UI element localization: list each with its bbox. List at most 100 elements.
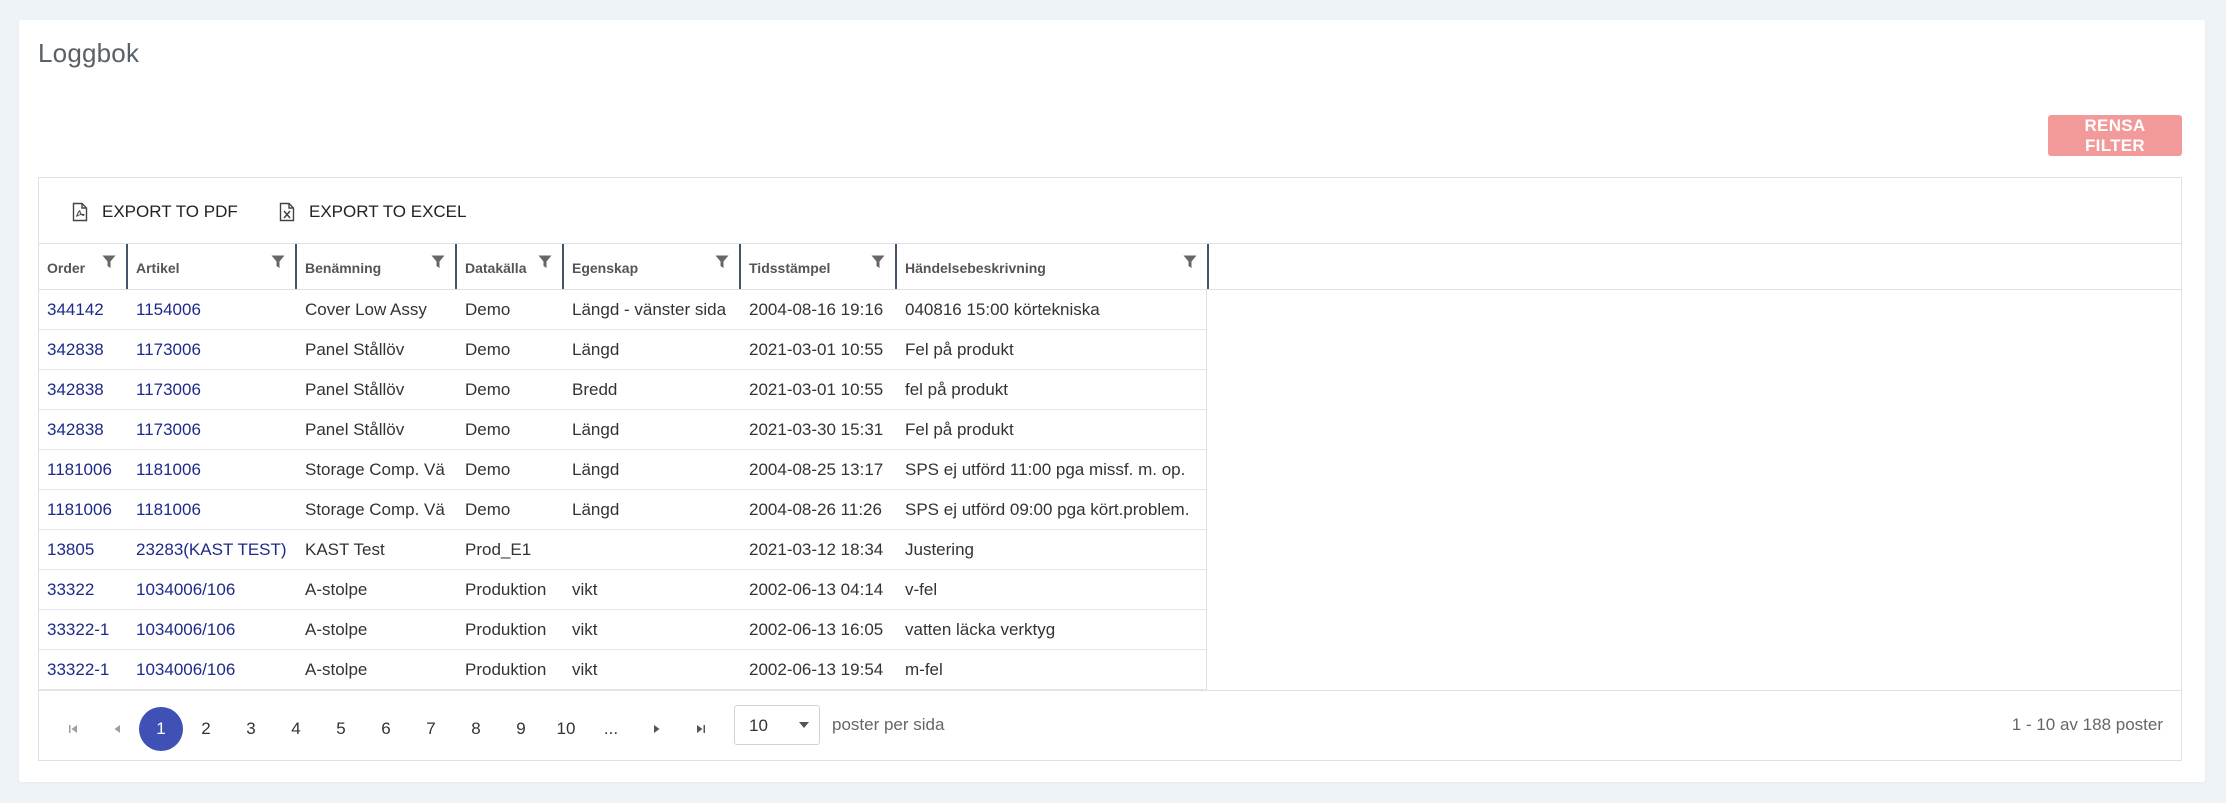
cell-datakalla: Prod_E1: [465, 540, 532, 559]
cell-egenskap: vikt: [572, 580, 598, 599]
cell-handelsebeskrivning: m-fel: [905, 660, 943, 679]
page-size-select[interactable]: 10: [734, 705, 820, 745]
cell-artikel[interactable]: 1154006: [128, 290, 297, 329]
cell-handelsebeskrivning: 040816 15:00 körtekniska: [905, 300, 1100, 319]
pdf-file-icon: [72, 202, 88, 222]
previous-page-button[interactable]: [95, 707, 139, 751]
table-row[interactable]: 342838 1173006 Panel Stållöv Demo Bredd 2021-…: [39, 370, 1207, 410]
cell-benamning: Cover Low Assy: [305, 300, 427, 319]
table-row[interactable]: 33322-1 1034006/106 A-stolpe Produktion vikt…: [39, 650, 1207, 690]
pager-info: 1 - 10 av 188 poster: [2011, 715, 2163, 734]
filter-icon[interactable]: [1183, 255, 1197, 269]
cell-artikel[interactable]: 1181006: [128, 490, 297, 529]
cell-artikel[interactable]: 1034006/106: [128, 610, 297, 649]
excel-file-icon: [279, 202, 295, 222]
page-button[interactable]: 7: [409, 707, 453, 751]
first-page-icon: [69, 725, 77, 733]
filter-icon[interactable]: [538, 255, 552, 269]
cell-egenskap: Längd - vänster sida: [572, 300, 727, 319]
table-row[interactable]: 1181006 1181006 Storage Comp. Vä Demo Längd 2…: [39, 490, 1207, 530]
cell-handelsebeskrivning: Fel på produkt: [905, 420, 1014, 439]
cell-tidsstampel: 2002-06-13 16:05: [749, 620, 884, 639]
cell-tidsstampel: 2002-06-13 04:14: [749, 580, 884, 599]
cell-artikel[interactable]: 1173006: [128, 370, 297, 409]
cell-order[interactable]: 33322-1: [39, 650, 128, 689]
cell-artikel[interactable]: 23283(KAST TEST): [128, 530, 297, 569]
cell-artikel[interactable]: 1173006: [128, 410, 297, 449]
filter-icon[interactable]: [271, 255, 285, 269]
page-button[interactable]: 4: [274, 707, 318, 751]
cell-egenskap: Bredd: [572, 380, 618, 399]
cell-artikel[interactable]: 1034006/106: [128, 650, 297, 689]
cell-benamning: Panel Stållöv: [305, 420, 405, 439]
column-header-artikel[interactable]: Artikel: [128, 244, 297, 289]
cell-order[interactable]: 33322: [39, 570, 128, 609]
column-header-order[interactable]: Order: [39, 244, 128, 289]
page-title: Loggbok: [38, 38, 140, 68]
cell-handelsebeskrivning: v-fel: [905, 580, 938, 599]
column-header-benamning[interactable]: Benämning: [297, 244, 457, 289]
cell-egenskap: vikt: [572, 660, 598, 679]
cell-handelsebeskrivning: SPS ej utförd 09:00 pga kört.problem.: [905, 500, 1190, 519]
filter-icon[interactable]: [715, 255, 729, 269]
page-button[interactable]: 6: [364, 707, 408, 751]
table-row[interactable]: 13805 23283(KAST TEST) KAST Test Prod_E1 202…: [39, 530, 1207, 570]
cell-order[interactable]: 342838: [39, 370, 128, 409]
last-page-button[interactable]: [679, 707, 723, 751]
table-row[interactable]: 342838 1173006 Panel Stållöv Demo Längd 2021-…: [39, 410, 1207, 450]
page-more-button[interactable]: ...: [589, 707, 633, 751]
filter-icon[interactable]: [102, 255, 116, 269]
first-page-button[interactable]: [51, 707, 95, 751]
cell-datakalla: Demo: [465, 300, 511, 319]
column-header-datakalla[interactable]: Datakälla: [457, 244, 564, 289]
page-button[interactable]: 1: [139, 707, 183, 751]
cell-tidsstampel: 2004-08-25 13:17: [749, 460, 884, 479]
column-header-handelsebeskrivning[interactable]: Händelsebeskrivning: [897, 244, 1209, 289]
cell-order[interactable]: 344142: [39, 290, 128, 329]
table-row[interactable]: 33322-1 1034006/106 A-stolpe Produktion vikt…: [39, 610, 1207, 650]
grid-body-border: [1206, 290, 1207, 690]
cell-datakalla: Demo: [465, 420, 511, 439]
page-button[interactable]: 2: [184, 707, 228, 751]
cell-egenskap: Längd: [572, 420, 620, 439]
page-button[interactable]: 8: [454, 707, 498, 751]
cell-artikel[interactable]: 1034006/106: [128, 570, 297, 609]
page-button[interactable]: 3: [229, 707, 273, 751]
table-row[interactable]: 1181006 1181006 Storage Comp. Vä Demo Längd 2…: [39, 450, 1207, 490]
column-header-egenskap[interactable]: Egenskap: [564, 244, 741, 289]
table-row[interactable]: 342838 1173006 Panel Stållöv Demo Längd 2021-…: [39, 330, 1207, 370]
cell-handelsebeskrivning: vatten läcka verktyg: [905, 620, 1056, 639]
grid-header: Order Artikel Benämning Datakälla Egensk…: [39, 244, 2181, 290]
cell-egenskap: [564, 530, 741, 569]
export-excel-button[interactable]: EXPORT TO EXCEL: [279, 200, 466, 224]
cell-tidsstampel: 2021-03-01 10:55: [749, 380, 884, 399]
cell-artikel[interactable]: 1181006: [128, 450, 297, 489]
cell-order[interactable]: 13805: [39, 530, 128, 569]
table-row[interactable]: 344142 1154006 Cover Low Assy Demo Längd - v…: [39, 290, 1207, 330]
page-button[interactable]: 5: [319, 707, 363, 751]
clear-filter-button[interactable]: RENSA FILTER: [2048, 115, 2182, 156]
cell-order[interactable]: 1181006: [39, 490, 128, 529]
cell-benamning: Storage Comp. Vä: [305, 500, 445, 519]
cell-tidsstampel: 2004-08-16 19:16: [749, 300, 884, 319]
page-size-value: 10: [749, 716, 768, 735]
column-label: Order: [47, 260, 86, 276]
cell-datakalla: Demo: [465, 340, 511, 359]
cell-benamning: KAST Test: [305, 540, 385, 559]
cell-order[interactable]: 342838: [39, 410, 128, 449]
column-label: Benämning: [305, 260, 382, 276]
grid-toolbar: EXPORT TO PDF EXPORT TO EXCEL: [39, 178, 2181, 244]
export-pdf-button[interactable]: EXPORT TO PDF: [72, 200, 238, 224]
page-button[interactable]: 10: [544, 707, 588, 751]
cell-order[interactable]: 1181006: [39, 450, 128, 489]
cell-order[interactable]: 33322-1: [39, 610, 128, 649]
filter-icon[interactable]: [431, 255, 445, 269]
table-row[interactable]: 33322 1034006/106 A-stolpe Produktion vikt 20…: [39, 570, 1207, 610]
column-header-tidsstampel[interactable]: Tidsstämpel: [741, 244, 897, 289]
cell-artikel[interactable]: 1173006: [128, 330, 297, 369]
page-button[interactable]: 9: [499, 707, 543, 751]
next-page-button[interactable]: [635, 707, 679, 751]
cell-datakalla: Produktion: [465, 660, 547, 679]
cell-order[interactable]: 342838: [39, 330, 128, 369]
filter-icon[interactable]: [871, 255, 885, 269]
